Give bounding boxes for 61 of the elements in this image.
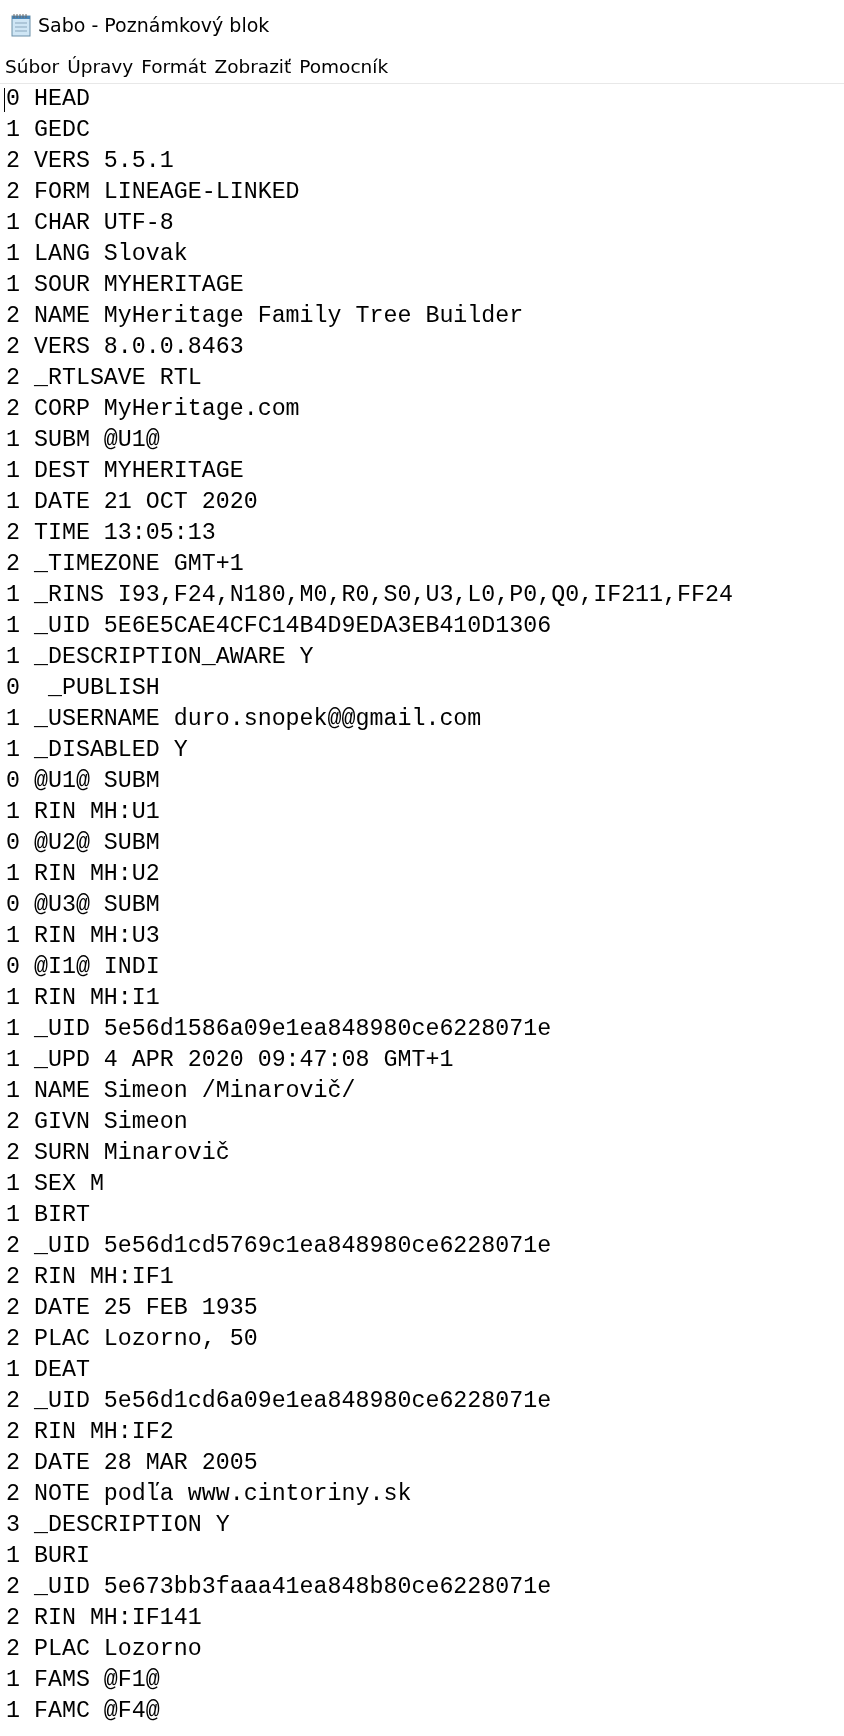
text-line: 1 SUBM @U1@ [6, 426, 160, 455]
text-line: 2 FORM LINEAGE-LINKED [6, 178, 300, 207]
text-line: 1 FAMC @F4@ [6, 1697, 160, 1726]
text-line: 0 _PUBLISH [6, 674, 160, 703]
text-line: 2 _UID 5e56d1cd5769c1ea848980ce6228071e [6, 1232, 552, 1261]
text-line: 2 RIN MH:IF141 [6, 1604, 202, 1633]
text-line: 1 FAMS @F1@ [6, 1666, 160, 1695]
text-line: 1 DEST MYHERITAGE [6, 457, 244, 486]
text-line: 2 TIME 13:05:13 [6, 519, 216, 548]
text-line: 3 _DESCRIPTION Y [6, 1511, 230, 1540]
text-line: 1 SEX M [6, 1170, 104, 1199]
text-line: 1 CHAR UTF-8 [6, 209, 174, 238]
text-line: 2 NOTE podľa www.cintoriny.sk [6, 1480, 412, 1509]
text-line: 2 _RTLSAVE RTL [6, 364, 202, 393]
text-line: 1 GEDC [6, 116, 90, 145]
text-line: 0 @U3@ SUBM [6, 891, 160, 920]
text-line: 2 GIVN Simeon [6, 1108, 188, 1137]
text-line: 2 _UID 5e673bb3faaa41ea848b80ce6228071e [6, 1573, 552, 1602]
text-line: 1 BURI [6, 1542, 90, 1571]
text-line: 1 DEAT [6, 1356, 90, 1385]
text-line: 2 NAME MyHeritage Family Tree Builder [6, 302, 524, 331]
text-cursor [4, 88, 5, 112]
text-line: 1 RIN MH:U1 [6, 798, 160, 827]
text-line: 1 NAME Simeon /Minarovič/ [6, 1077, 356, 1106]
menu-item[interactable]: Pomocník [298, 56, 396, 77]
text-line: 1 RIN MH:U2 [6, 860, 160, 889]
text-line: 1 BIRT [6, 1201, 90, 1230]
text-line: 1 RIN MH:I1 [6, 984, 160, 1013]
text-line: 2 VERS 5.5.1 [6, 147, 174, 176]
text-line: 1 _DISABLED Y [6, 736, 188, 765]
text-line: 1 _UID 5E6E5CAE4CFC14B4D9EDA3EB410D1306 [6, 612, 552, 641]
menu-item[interactable]: Formát [140, 56, 214, 77]
text-line: 0 @U2@ SUBM [6, 829, 160, 858]
text-line: 2 CORP MyHeritage.com [6, 395, 300, 424]
text-line: 2 _UID 5e56d1cd6a09e1ea848980ce6228071e [6, 1387, 552, 1416]
text-line: 0 HEAD [6, 85, 90, 114]
text-line: 1 _DESCRIPTION_AWARE Y [6, 643, 314, 672]
menu-item[interactable]: Úpravy [66, 56, 141, 77]
window-title: Sabo - Poznámkový blok [38, 14, 270, 36]
text-line: 1 _USERNAME duro.snopek@@gmail.com [6, 705, 482, 734]
text-line: 2 RIN MH:IF2 [6, 1418, 174, 1447]
text-line: 1 RIN MH:U3 [6, 922, 160, 951]
text-line: 1 _UID 5e56d1586a09e1ea848980ce6228071e [6, 1015, 552, 1044]
menu-item[interactable]: Zobraziť [213, 56, 299, 77]
text-line: 1 DATE 21 OCT 2020 [6, 488, 258, 517]
text-line: 1 SOUR MYHERITAGE [6, 271, 244, 300]
text-line: 2 DATE 28 MAR 2005 [6, 1449, 258, 1478]
text-line: 2 _TIMEZONE GMT+1 [6, 550, 244, 579]
text-line: 0 @I1@ INDI [6, 953, 160, 982]
text-line: 2 DATE 25 FEB 1935 [6, 1294, 258, 1323]
text-line: 2 PLAC Lozorno [6, 1635, 202, 1664]
text-line: 2 SURN Minarovič [6, 1139, 230, 1168]
notepad-icon [10, 13, 32, 37]
text-line: 2 RIN MH:IF1 [6, 1263, 174, 1292]
text-line: 1 _RINS I93,F24,N180,M0,R0,S0,U3,L0,P0,Q0,IF211,FF24 [6, 581, 733, 610]
text-line: 2 PLAC Lozorno, 50 [6, 1325, 258, 1354]
text-line: 1 LANG Slovak [6, 240, 188, 269]
text-line: 0 @U1@ SUBM [6, 767, 160, 796]
menu-item[interactable]: Súbor [4, 56, 67, 77]
text-line: 1 _UPD 4 APR 2020 09:47:08 GMT+1 [6, 1046, 454, 1075]
text-line: 2 VERS 8.0.0.8463 [6, 333, 244, 362]
